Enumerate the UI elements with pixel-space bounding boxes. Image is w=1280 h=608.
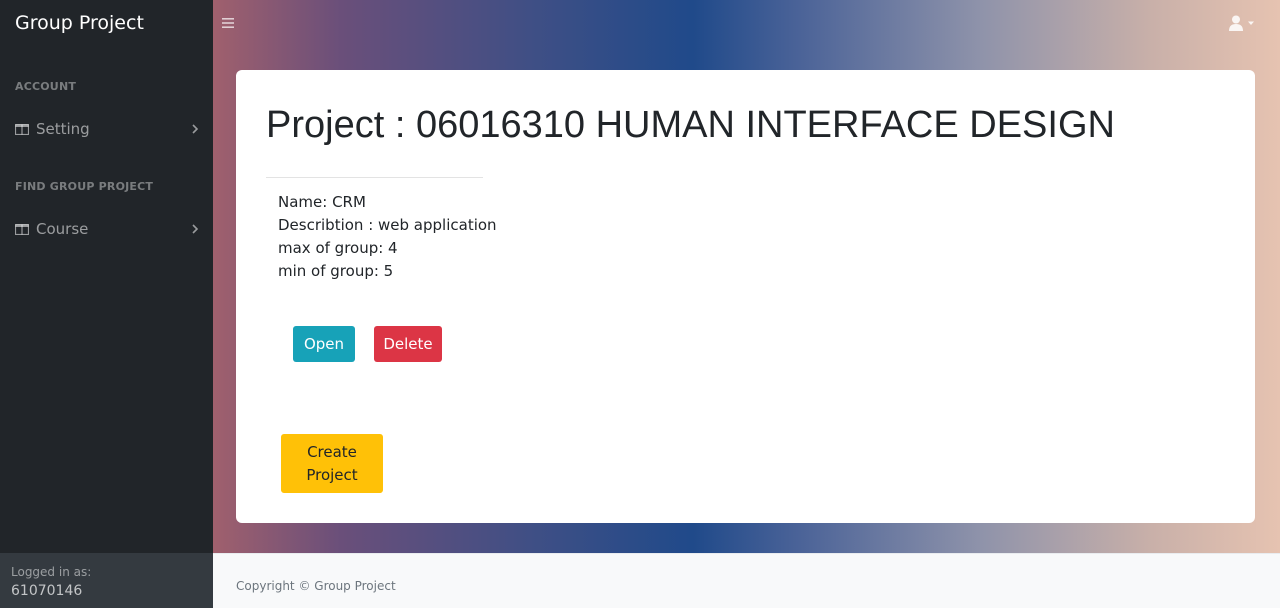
columns-icon [15, 223, 29, 235]
page-title: Project : 06016310 HUMAN INTERFACE DESIG… [266, 104, 1115, 146]
create-project-button[interactable]: Create Project [281, 434, 383, 493]
footer: Copyright © Group Project [213, 553, 1280, 608]
project-card: Project : 06016310 HUMAN INTERFACE DESIG… [236, 70, 1255, 523]
sidebar-item-setting[interactable]: Setting [15, 117, 200, 141]
logged-in-username: 61070146 [11, 583, 83, 599]
brand-title[interactable]: Group Project [15, 12, 144, 34]
chevron-right-icon [192, 124, 199, 134]
divider [266, 177, 483, 178]
project-max-group: max of group: 4 [278, 239, 398, 257]
sidebar-item-course[interactable]: Course [15, 217, 200, 241]
user-menu[interactable] [1229, 15, 1255, 31]
project-min-group: min of group: 5 [278, 262, 394, 280]
project-info: Name: CRM Describtion : web application … [278, 191, 497, 283]
sidebar-item-label: Setting [36, 120, 90, 138]
caret-down-icon [1248, 21, 1254, 25]
logged-in-label: Logged in as: [11, 565, 92, 579]
hamburger-icon[interactable] [222, 17, 234, 29]
chevron-right-icon [192, 224, 199, 234]
columns-icon [15, 123, 29, 135]
open-button[interactable]: Open [293, 326, 355, 362]
section-heading-find-group-project: FIND GROUP PROJECT [15, 180, 154, 193]
delete-button[interactable]: Delete [374, 326, 442, 362]
project-description: Describtion : web application [278, 216, 497, 234]
user-icon [1229, 15, 1243, 31]
sidebar-footer: Logged in as: 61070146 [0, 553, 213, 608]
create-project-label-line2: Project [306, 465, 358, 484]
copyright-text: Copyright © Group Project [236, 579, 396, 593]
sidebar-item-label: Course [36, 220, 89, 238]
sidebar: Group Project ACCOUNT Setting FIND GROUP… [0, 0, 213, 608]
section-heading-account: ACCOUNT [15, 80, 77, 93]
project-name: Name: CRM [278, 193, 366, 211]
create-project-label-line1: Create [307, 442, 357, 461]
